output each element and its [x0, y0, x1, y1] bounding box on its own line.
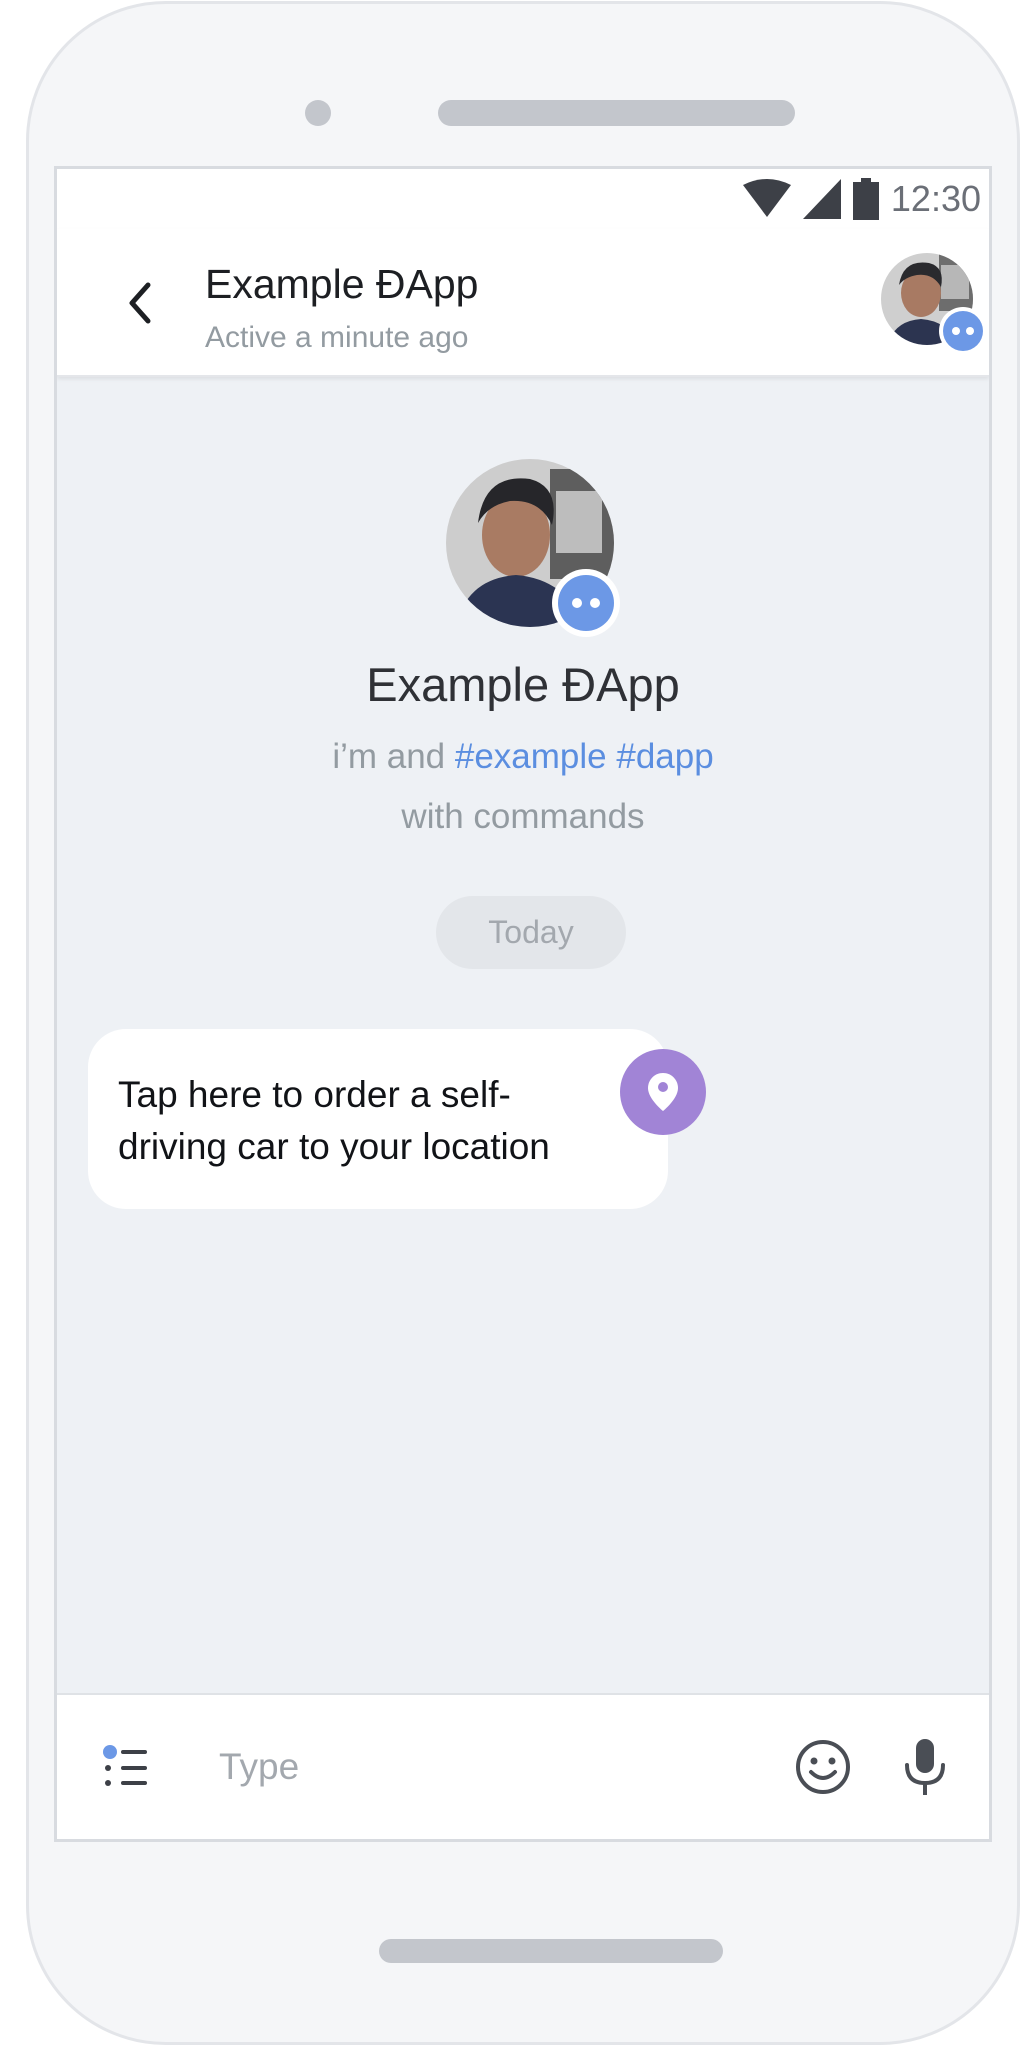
profile-tags[interactable]: #example #dapp [455, 737, 714, 776]
message-text: Tap here to order a self-driving car to … [118, 1074, 550, 1167]
profile-avatar[interactable] [446, 459, 620, 637]
wifi-icon [742, 179, 791, 217]
battery-icon [852, 178, 879, 220]
message-input[interactable] [217, 1731, 781, 1803]
commands-icon [103, 1745, 147, 1786]
bot-badge-icon [943, 311, 983, 351]
status-bar: 12:30 [57, 169, 989, 229]
earpiece-speaker [438, 100, 795, 126]
header-avatar[interactable] [881, 251, 987, 355]
status-icons: 12:30 [742, 175, 981, 223]
profile-name: Example ĐApp [366, 658, 680, 711]
back-button[interactable] [109, 273, 169, 333]
front-camera [305, 100, 331, 126]
location-pin-icon [648, 1073, 678, 1111]
bot-badge-icon [558, 575, 614, 631]
status-time: 12:30 [890, 178, 981, 219]
signal-icon [802, 179, 841, 219]
chat-subtitle: Active a minute ago [205, 321, 469, 354]
location-button[interactable] [620, 1049, 706, 1135]
chat-header: Example ĐApp Active a minute ago [57, 229, 989, 377]
chat-title: Example ĐApp [205, 261, 479, 307]
message-input-bar [57, 1693, 989, 1839]
profile-description-prefix: i’m and [332, 737, 455, 776]
date-separator: Today [436, 896, 626, 969]
profile-description: i’m and #example #dapp [57, 735, 989, 779]
microphone-icon [905, 1739, 945, 1795]
microphone-button[interactable] [903, 1737, 947, 1797]
message-bubble[interactable]: Tap here to order a self-driving car to … [88, 1029, 668, 1209]
emoji-icon [796, 1740, 850, 1794]
home-indicator[interactable] [379, 1939, 723, 1963]
chevron-left-icon [129, 282, 151, 324]
emoji-button[interactable] [795, 1739, 851, 1795]
profile-description-suffix: with commands [401, 797, 645, 836]
commands-button[interactable] [103, 1745, 153, 1791]
chat-screen: 12:30 Example ĐApp Active a minute ago E… [54, 166, 992, 1842]
